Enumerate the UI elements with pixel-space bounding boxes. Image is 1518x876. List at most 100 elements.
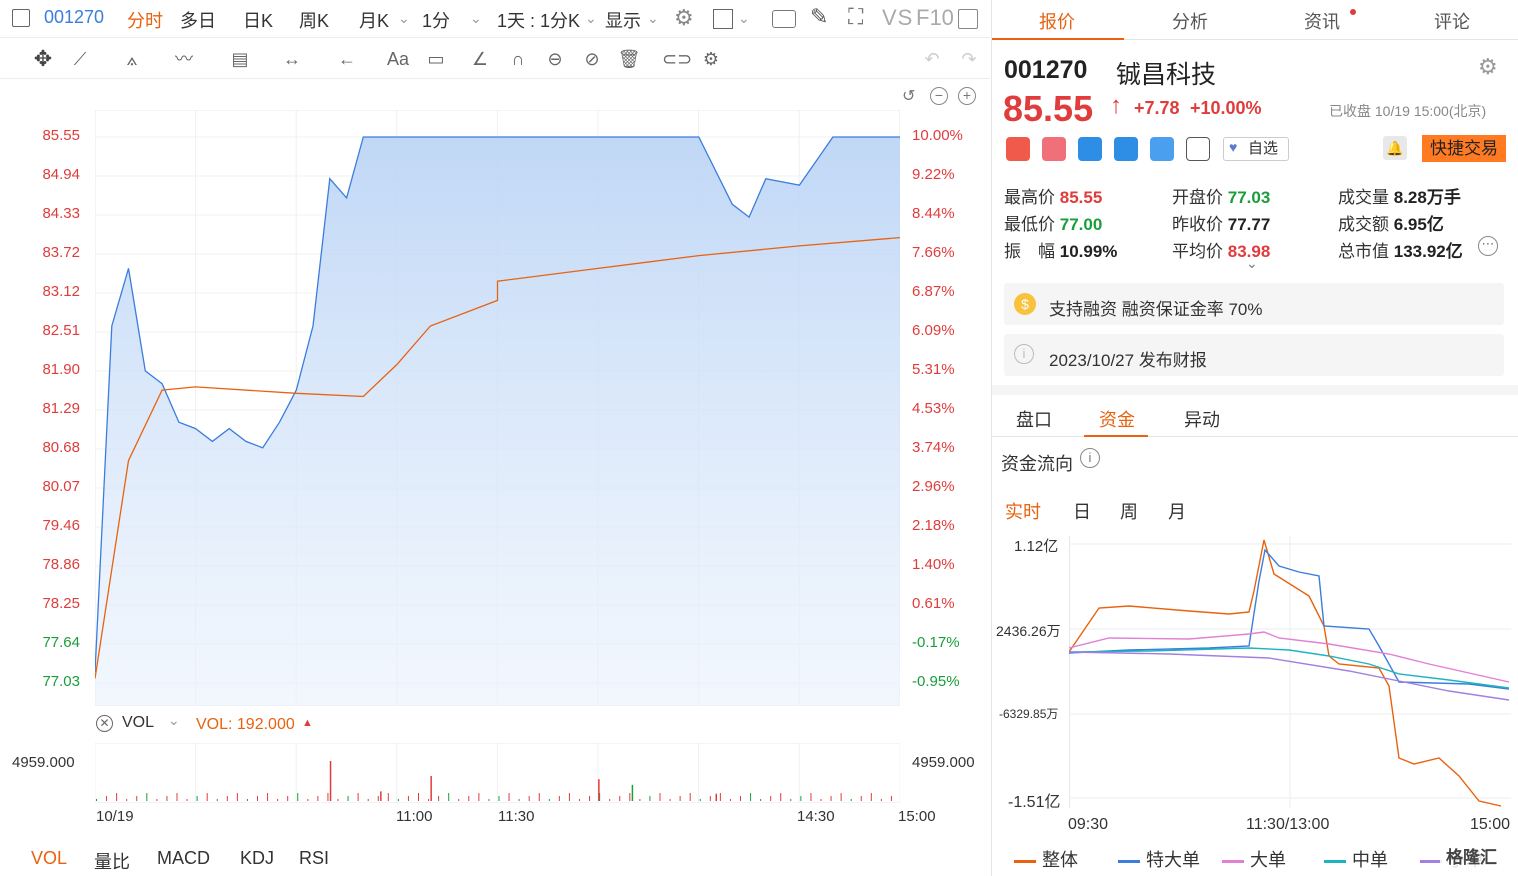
chevron-down-icon[interactable]: ⌄ xyxy=(470,10,482,27)
china-flag-icon xyxy=(1006,137,1030,161)
volume-bar xyxy=(518,799,520,801)
tab-volume-ratio[interactable]: 量比 xyxy=(94,848,130,874)
compare-button[interactable]: VS xyxy=(882,5,913,31)
chevron-down-icon[interactable]: ⌄ xyxy=(1246,255,1258,272)
close-icon[interactable]: ✕ xyxy=(96,715,113,732)
volume-bar xyxy=(277,799,279,801)
tab-comments[interactable]: 评论 xyxy=(1434,8,1470,34)
volume-bar xyxy=(478,793,480,801)
tab-daily-k[interactable]: 日K xyxy=(243,7,273,33)
tab-multiday[interactable]: 多日 xyxy=(180,7,216,33)
redo-icon[interactable]: ↷ xyxy=(957,47,981,71)
report-info-row[interactable]: i 2023/10/27 发布财报 xyxy=(1004,334,1504,376)
heart-icon: ♥ xyxy=(1229,139,1238,155)
chevron-down-icon[interactable]: ⌄ xyxy=(738,10,750,27)
document-icon xyxy=(1186,137,1210,161)
quick-trade-button[interactable]: 快捷交易 xyxy=(1422,135,1506,162)
volume-bar xyxy=(598,779,600,801)
sidebar-toggle-icon[interactable] xyxy=(12,9,30,27)
polyline-tool-icon[interactable]: ⟑ xyxy=(120,47,144,71)
info-icon[interactable]: i xyxy=(1080,448,1100,468)
tab-order-book[interactable]: 盘口 xyxy=(1016,406,1052,432)
percent-tick-label: -0.17% xyxy=(912,634,960,651)
comment-tool-icon[interactable]: ▭ xyxy=(424,47,448,71)
period-realtime[interactable]: 实时 xyxy=(1005,498,1041,524)
layers-icon[interactable]: ⊂⊃ xyxy=(662,47,692,71)
stat-item: 昨收价 77.77 xyxy=(1172,210,1270,235)
zoom-in-icon[interactable]: + xyxy=(958,87,976,105)
fib-tool-icon[interactable]: ▤ xyxy=(228,47,252,71)
stock-code-label[interactable]: 001270 xyxy=(44,7,104,28)
display-menu[interactable]: 显示 xyxy=(605,7,641,33)
price-tick-label: 79.46 xyxy=(42,517,80,534)
chevron-down-icon[interactable]: ⌄ xyxy=(398,10,410,27)
volume-bar xyxy=(830,796,832,801)
stock-name: 铖昌科技 xyxy=(1116,61,1217,89)
undo-icon[interactable]: ↶ xyxy=(920,47,944,71)
tab-vol[interactable]: VOL xyxy=(31,848,67,869)
percent-tick-label: 6.09% xyxy=(912,322,955,339)
camera-icon[interactable] xyxy=(772,10,796,28)
move-icon[interactable]: ✥ xyxy=(31,47,55,71)
report-note: 2023/10/27 发布财报 xyxy=(1049,351,1207,370)
tab-analysis[interactable]: 分析 xyxy=(1172,8,1208,34)
volume-bar xyxy=(96,799,97,801)
trash-icon[interactable]: 🗑 xyxy=(617,47,641,71)
stat-item: 最低价 77.00 xyxy=(1004,210,1102,235)
market-status: 已收盘 10/19 15:00(北京) xyxy=(1329,103,1487,119)
tab-monthly-k[interactable]: 月K xyxy=(359,7,389,33)
stat-value: 77.03 xyxy=(1227,188,1271,207)
gear-icon[interactable]: ⚙ xyxy=(674,5,694,31)
volume-bar xyxy=(226,796,228,801)
lock-icon[interactable]: ⊖ xyxy=(543,47,567,71)
volume-bar xyxy=(236,793,238,801)
ruler-icon[interactable]: ∠ xyxy=(468,47,492,71)
hide-icon[interactable]: ⊘ xyxy=(580,47,604,71)
intraday-chart[interactable] xyxy=(95,110,900,706)
chevron-down-icon[interactable]: ⌄ xyxy=(168,712,180,729)
layout-icon[interactable] xyxy=(713,9,733,29)
vol-indicator-label[interactable]: VOL xyxy=(122,714,154,732)
fullscreen-icon[interactable]: ⛶ xyxy=(848,4,863,30)
tab-rsi[interactable]: RSI xyxy=(299,848,329,869)
period-day[interactable]: 日 xyxy=(1073,498,1091,524)
flow-y-label: 2436.26万 xyxy=(996,623,1061,639)
volume-bar xyxy=(629,793,631,801)
range-select[interactable]: 1天 : 1分K xyxy=(497,7,580,33)
panel-toggle-icon[interactable] xyxy=(958,9,978,29)
tab-macd[interactable]: MACD xyxy=(157,848,210,869)
tab-kdj[interactable]: KDJ xyxy=(240,848,274,869)
wave-tool-icon[interactable]: 〰 xyxy=(172,47,196,71)
settings-icon[interactable]: ⚙ xyxy=(699,47,723,71)
f10-button[interactable]: F10 xyxy=(916,5,954,31)
tab-fund-flow[interactable]: 资金 xyxy=(1099,406,1135,432)
tab-intraday[interactable]: 分时 xyxy=(127,7,163,33)
chevron-down-icon[interactable]: ⌄ xyxy=(585,10,597,27)
arrow-tool-icon[interactable]: ← xyxy=(335,47,359,71)
magnet-icon[interactable]: ∩ xyxy=(506,47,530,71)
text-tool-icon[interactable]: Aa xyxy=(386,47,410,71)
period-month[interactable]: 月 xyxy=(1168,498,1186,524)
bell-icon[interactable]: 🔔 xyxy=(1383,136,1407,160)
reset-zoom-icon[interactable]: ↺ xyxy=(902,86,915,106)
line-tool-icon[interactable]: ⟋ xyxy=(68,47,92,71)
zoom-out-icon[interactable]: − xyxy=(930,87,948,105)
tab-news[interactable]: 资讯 xyxy=(1304,8,1340,34)
tab-quote[interactable]: 报价 xyxy=(1039,8,1075,34)
price-tick-label: 85.55 xyxy=(42,127,80,144)
volume-bar xyxy=(850,799,852,801)
stat-value: 77.77 xyxy=(1227,215,1271,234)
tab-alerts[interactable]: 异动 xyxy=(1184,406,1220,432)
more-icon[interactable]: ⋯ xyxy=(1478,236,1498,256)
volume-bar xyxy=(317,796,319,801)
interval-select[interactable]: 1分 xyxy=(422,7,450,33)
pencil-icon[interactable]: ✎ xyxy=(810,4,828,30)
gear-icon[interactable]: ⚙ xyxy=(1478,54,1498,80)
margin-info-row[interactable]: $ 支持融资 融资保证金率 70% xyxy=(1004,283,1504,325)
stat-label: 成交额 xyxy=(1338,215,1394,234)
period-week[interactable]: 周 xyxy=(1120,498,1138,524)
vol-max-right: 4959.000 xyxy=(912,754,975,771)
tab-weekly-k[interactable]: 周K xyxy=(299,7,329,33)
measure-tool-icon[interactable]: ↔ xyxy=(280,47,304,71)
chevron-down-icon[interactable]: ⌄ xyxy=(647,10,659,27)
